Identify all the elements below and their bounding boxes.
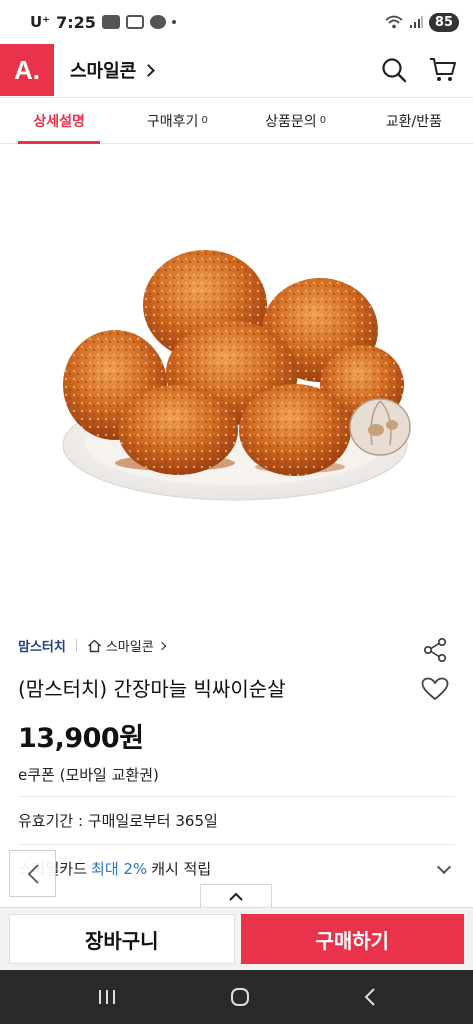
tab-exchange-return[interactable]: 교환/반품 bbox=[355, 98, 473, 143]
status-left: U⁺ 7:25 bbox=[30, 13, 176, 32]
clock: 7:25 bbox=[56, 12, 96, 32]
cash-reward-row[interactable]: 스마일카드 최대 2% 캐시 적립 bbox=[18, 858, 455, 879]
more-notifications-icon bbox=[171, 20, 176, 24]
auction-logo[interactable]: A. bbox=[0, 44, 54, 96]
product-price: 13,900원 bbox=[18, 723, 144, 754]
chevron-right-icon bbox=[157, 641, 166, 650]
signal-icon bbox=[409, 16, 423, 28]
tab-description[interactable]: 상세설명 bbox=[0, 98, 118, 144]
home-button-icon[interactable] bbox=[229, 986, 251, 1008]
tab-inquiries[interactable]: 상품문의 0 bbox=[237, 98, 355, 143]
header-icons bbox=[381, 57, 473, 83]
validity-period: 유효기간 : 구매일로부터 365일 bbox=[18, 812, 218, 830]
back-nav-icon[interactable] bbox=[362, 987, 378, 1007]
brand-link[interactable]: 맘스터치 bbox=[18, 636, 66, 655]
carrier-label: U⁺ bbox=[30, 13, 51, 31]
product-title: (맘스터치) 간장마늘 빅싸이순살 bbox=[18, 677, 286, 701]
buy-now-button[interactable]: 구매하기 bbox=[240, 914, 464, 964]
talk-icon bbox=[149, 15, 166, 29]
home-icon bbox=[87, 639, 101, 652]
store-link[interactable]: 스마일콘 bbox=[70, 57, 156, 83]
cash-suffix: 캐시 적립 bbox=[151, 860, 212, 878]
breadcrumb-divider bbox=[75, 639, 77, 652]
tab-reviews[interactable]: 구매후기 0 bbox=[118, 98, 236, 143]
battery-indicator: 85 bbox=[428, 12, 459, 32]
product-image bbox=[0, 145, 473, 620]
cart-icon[interactable] bbox=[429, 57, 457, 83]
tab-count: 0 bbox=[201, 115, 208, 126]
search-icon[interactable] bbox=[381, 57, 407, 83]
tab-count: 0 bbox=[319, 115, 327, 126]
store-link-label: 스마일콘 bbox=[70, 61, 137, 82]
recent-apps-icon[interactable] bbox=[96, 988, 118, 1006]
detail-tabs: 상세설명 구매후기 0 상품문의 0 교환/반품 bbox=[0, 97, 473, 144]
chevron-right-icon bbox=[142, 63, 156, 77]
fried-chicken-image bbox=[62, 250, 411, 501]
system-nav-bar bbox=[0, 970, 473, 1024]
tab-label: 상품문의 bbox=[265, 113, 317, 130]
tab-label: 교환/반품 bbox=[385, 113, 442, 130]
wifi-icon bbox=[385, 15, 403, 29]
back-button[interactable] bbox=[9, 850, 56, 897]
app-header: A. 스마일콘 bbox=[0, 44, 473, 96]
divider bbox=[18, 796, 455, 797]
status-bar: U⁺ 7:25 85 bbox=[0, 0, 473, 44]
share-icon[interactable] bbox=[422, 637, 448, 663]
heart-icon[interactable] bbox=[421, 677, 449, 701]
chevron-left-icon bbox=[27, 863, 39, 884]
status-right: 85 bbox=[385, 12, 459, 32]
screenshot-icon bbox=[125, 15, 144, 29]
chevron-up-icon bbox=[229, 892, 243, 901]
divider bbox=[18, 844, 455, 845]
collapse-toggle[interactable] bbox=[200, 884, 272, 908]
tab-label: 상세설명 bbox=[33, 113, 85, 130]
purchase-action-bar: 장바구니 구매하기 bbox=[0, 907, 473, 970]
chevron-down-icon bbox=[436, 859, 452, 874]
tab-label: 구매후기 bbox=[146, 113, 199, 130]
store-crumb-link[interactable]: 스마일콘 bbox=[87, 636, 166, 655]
breadcrumb: 맘스터치 스마일콘 bbox=[18, 636, 166, 655]
add-to-cart-button[interactable]: 장바구니 bbox=[9, 914, 235, 964]
store-crumb-label: 스마일콘 bbox=[105, 640, 154, 655]
notification-app-icon bbox=[101, 15, 120, 29]
coupon-type: e쿠폰 (모바일 교환권) bbox=[18, 766, 159, 784]
cash-rate: 최대 2% bbox=[91, 860, 148, 878]
